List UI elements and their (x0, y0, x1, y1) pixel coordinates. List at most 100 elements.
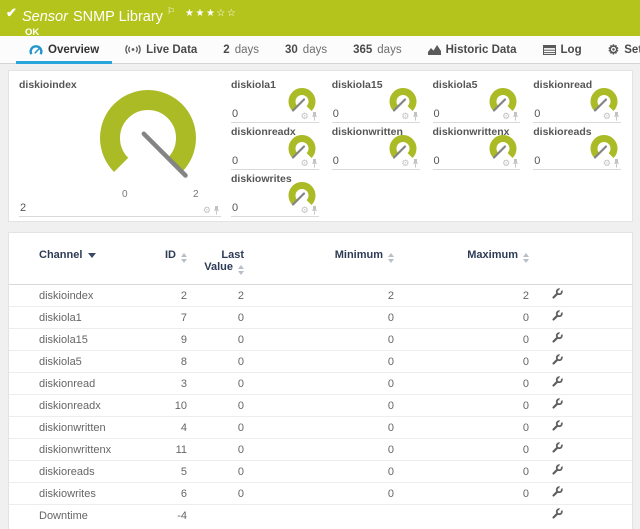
sort-icon (523, 253, 529, 263)
table-row[interactable]: diskiola15 9 0 0 0 (9, 329, 632, 351)
gauge-cell[interactable]: diskioreads 0 ⚙ (530, 123, 628, 170)
area-chart-icon (428, 45, 441, 55)
wrench-icon[interactable] (551, 398, 563, 410)
wrench-icon[interactable] (551, 420, 563, 432)
channel-name[interactable]: diskioreads (9, 461, 139, 483)
channel-name[interactable]: diskiola15 (9, 329, 139, 351)
wrench-icon[interactable] (551, 486, 563, 498)
tab-2-days[interactable]: 2 days (210, 36, 272, 63)
wrench-icon[interactable] (551, 508, 563, 520)
channel-last-value: 0 (191, 417, 248, 439)
wrench-icon[interactable] (551, 376, 563, 388)
column-header-id[interactable]: ID (139, 233, 191, 285)
wrench-icon[interactable] (551, 310, 563, 322)
wrench-icon[interactable] (551, 332, 563, 344)
table-row[interactable]: diskiowrites 6 0 0 0 (9, 483, 632, 505)
gauge-cell[interactable]: diskionread 0 ⚙ (530, 76, 628, 123)
pin-icon[interactable] (512, 159, 519, 168)
tab-30-days[interactable]: 30 days (272, 36, 340, 63)
pin-icon[interactable] (213, 206, 220, 215)
wrench-icon[interactable] (551, 354, 563, 366)
sensor-title: SensorSNMP Library⚐★★★☆☆ (22, 3, 237, 25)
tab-label: Log (561, 44, 582, 56)
gauges-panel: diskioindex 0 2 2 ⚙ diskiola1 0 ⚙ (8, 70, 633, 222)
pin-icon[interactable] (412, 159, 419, 168)
channel-maximum: 2 (398, 285, 533, 307)
tab-settings[interactable]: ⚙ Settings (595, 36, 640, 63)
table-row[interactable]: diskionreadx 10 0 0 0 (9, 395, 632, 417)
gauge-cell[interactable]: diskiola1 0 ⚙ (228, 76, 326, 123)
channel-name[interactable]: Downtime (9, 505, 139, 527)
table-row[interactable]: diskioindex 2 2 2 2 (9, 285, 632, 307)
gear-icon[interactable]: ⚙ (301, 112, 309, 121)
channel-name[interactable]: diskiowrites (9, 483, 139, 505)
tab-log[interactable]: Log (530, 36, 595, 63)
wrench-icon[interactable] (551, 288, 563, 300)
tab-overview[interactable]: Overview (16, 36, 112, 63)
channel-name[interactable]: diskiola5 (9, 351, 139, 373)
table-row[interactable]: diskioreads 5 0 0 0 (9, 461, 632, 483)
table-row[interactable]: diskionread 3 0 0 0 (9, 373, 632, 395)
column-header-minimum[interactable]: Minimum (248, 233, 398, 285)
channel-last-value: 2 (191, 285, 248, 307)
column-header-maximum[interactable]: Maximum (398, 233, 533, 285)
table-row[interactable]: diskionwritten 4 0 0 0 (9, 417, 632, 439)
gear-icon[interactable]: ⚙ (301, 159, 309, 168)
tab-label: days (303, 44, 327, 56)
pin-icon[interactable] (613, 112, 620, 121)
gauge-cell[interactable]: diskionwrittenx 0 ⚙ (430, 123, 528, 170)
tab-number: 2 (223, 44, 229, 56)
channel-last-value: 0 (191, 329, 248, 351)
gauge-cell[interactable]: diskiowrites 0 ⚙ (228, 170, 326, 217)
gear-icon[interactable]: ⚙ (203, 206, 211, 215)
tab-historic-data[interactable]: Historic Data (415, 36, 530, 63)
pin-icon[interactable] (512, 112, 519, 121)
gauge-cell[interactable]: diskionwritten 0 ⚙ (329, 123, 427, 170)
gear-icon[interactable]: ⚙ (502, 159, 510, 168)
table-row[interactable]: diskiola5 8 0 0 0 (9, 351, 632, 373)
gear-icon[interactable]: ⚙ (603, 112, 611, 121)
tab-live-data[interactable]: Live Data (112, 36, 210, 63)
pin-icon[interactable] (412, 112, 419, 121)
table-row[interactable]: diskiola1 7 0 0 0 (9, 307, 632, 329)
column-header-channel[interactable]: Channel (9, 233, 139, 285)
channel-id: -4 (139, 505, 191, 527)
star-rating[interactable]: ★★★☆☆ (185, 8, 237, 19)
gear-icon[interactable]: ⚙ (301, 206, 309, 215)
gauge-current-value: 0 (232, 108, 238, 120)
pin-icon[interactable] (311, 112, 318, 121)
channel-maximum (398, 505, 533, 527)
channel-maximum: 0 (398, 329, 533, 351)
gear-icon[interactable]: ⚙ (401, 159, 409, 168)
gear-icon[interactable]: ⚙ (603, 159, 611, 168)
main-gauge-cell[interactable]: diskioindex 0 2 2 ⚙ (16, 76, 228, 217)
channel-id: 10 (139, 395, 191, 417)
sort-icon (181, 253, 187, 263)
channel-name[interactable]: diskionreadx (9, 395, 139, 417)
channel-name[interactable]: diskionwrittenx (9, 439, 139, 461)
gauge-cell[interactable]: diskiola15 0 ⚙ (329, 76, 427, 123)
wrench-icon[interactable] (551, 442, 563, 454)
priority-flag-icon[interactable]: ⚐ (167, 6, 175, 16)
gauge-current-value: 0 (534, 155, 540, 167)
gauge-cell[interactable]: diskionreadx 0 ⚙ (228, 123, 326, 170)
pin-icon[interactable] (613, 159, 620, 168)
tab-365-days[interactable]: 365 days (340, 36, 414, 63)
channel-minimum: 0 (248, 439, 398, 461)
channel-name[interactable]: diskionread (9, 373, 139, 395)
channel-name[interactable]: diskionwritten (9, 417, 139, 439)
pin-icon[interactable] (311, 206, 318, 215)
channel-name[interactable]: diskiola1 (9, 307, 139, 329)
filler-cell (581, 329, 632, 351)
channel-minimum: 0 (248, 373, 398, 395)
filler-cell (581, 439, 632, 461)
channel-name[interactable]: diskioindex (9, 285, 139, 307)
pin-icon[interactable] (311, 159, 318, 168)
table-row[interactable]: Downtime -4 (9, 505, 632, 527)
wrench-icon[interactable] (551, 464, 563, 476)
column-header-last-value[interactable]: Last Value (191, 233, 248, 285)
gauge-cell[interactable]: diskiola5 0 ⚙ (430, 76, 528, 123)
gear-icon[interactable]: ⚙ (401, 112, 409, 121)
gear-icon[interactable]: ⚙ (502, 112, 510, 121)
table-row[interactable]: diskionwrittenx 11 0 0 0 (9, 439, 632, 461)
